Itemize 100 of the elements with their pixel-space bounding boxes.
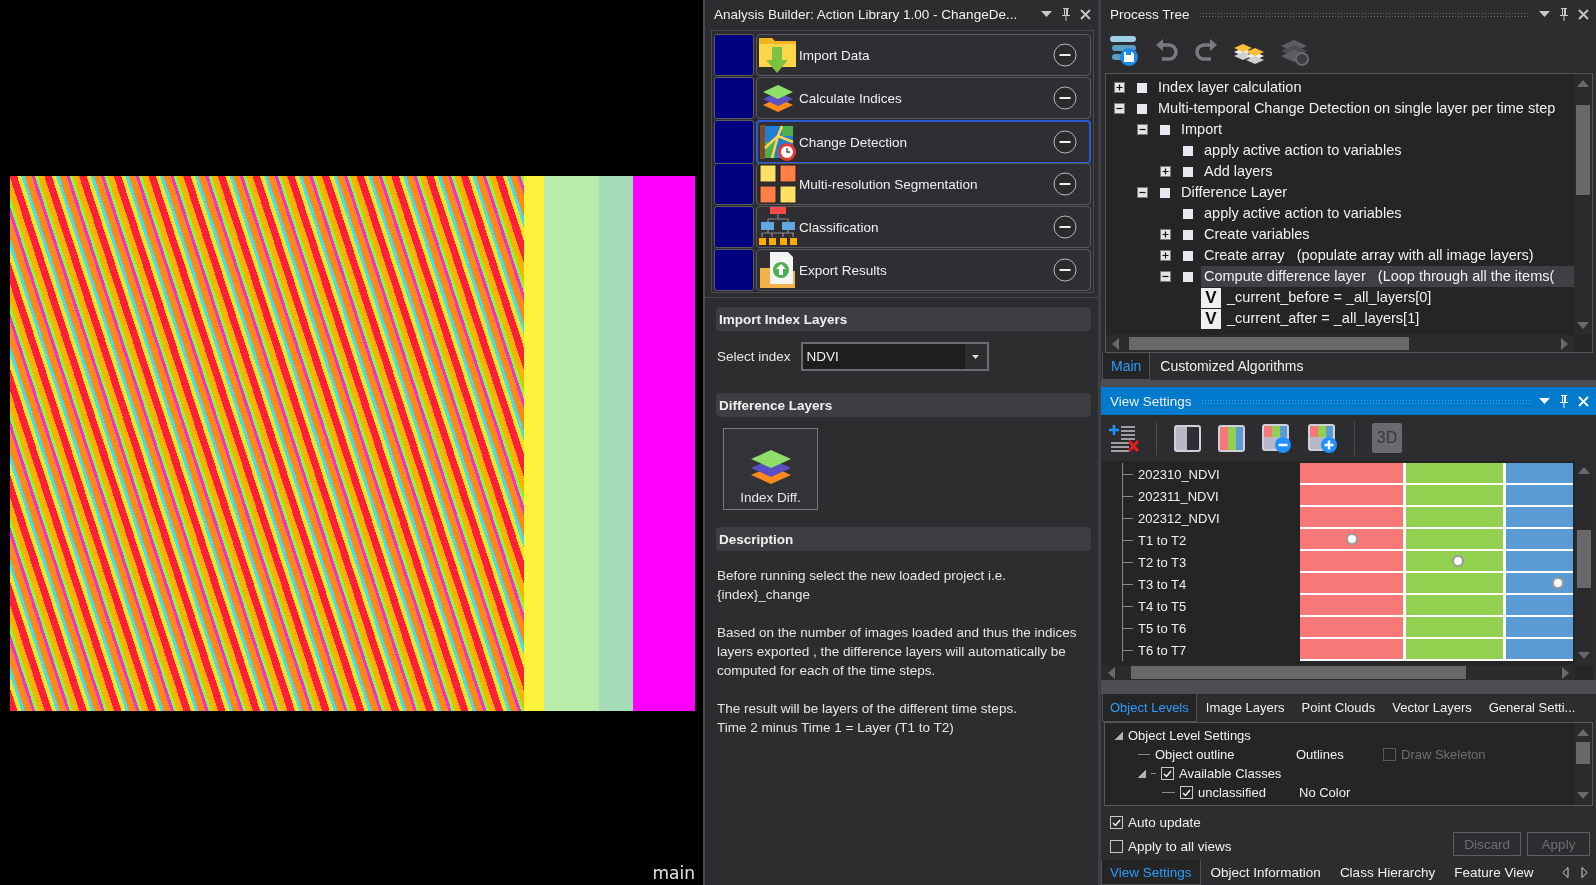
tree-item[interactable]: apply active action to variables [1201, 140, 1405, 161]
save-list-icon[interactable] [1109, 35, 1139, 66]
close-icon[interactable] [1080, 8, 1091, 20]
collapse-triangle-icon[interactable] [1115, 731, 1123, 740]
scrollbar-thumb[interactable] [1576, 742, 1590, 764]
index-dropdown[interactable]: NDVI [800, 342, 989, 371]
minus-circle-icon[interactable] [1053, 258, 1077, 282]
panel-title: Process Tree [1110, 6, 1190, 22]
index-diff-button[interactable]: Index Diff. [723, 428, 818, 510]
process-square-icon [1183, 208, 1193, 219]
remove-mix-icon[interactable] [1262, 423, 1291, 453]
dropdown-caret-icon[interactable] [1041, 11, 1052, 17]
tree-item[interactable]: Create variables [1201, 224, 1313, 245]
tab-scroll-left-icon[interactable] [1562, 867, 1569, 878]
rgb-layers-icon[interactable] [1218, 424, 1245, 452]
scroll-right-icon[interactable] [1561, 337, 1568, 350]
action-item[interactable]: Export Results [756, 249, 1091, 291]
expand-icon[interactable] [1160, 166, 1171, 177]
undo-icon[interactable] [1156, 37, 1178, 64]
expand-icon[interactable] [1160, 250, 1171, 261]
horizontal-scrollbar[interactable] [1106, 335, 1574, 352]
pin-icon[interactable] [1559, 7, 1569, 21]
tab[interactable]: Object Information [1201, 860, 1330, 885]
minus-circle-icon[interactable] [1053, 43, 1077, 67]
class-name[interactable]: Available Classes [1179, 766, 1282, 781]
minus-circle-icon[interactable] [1053, 215, 1077, 239]
tab[interactable]: Object Levels [1102, 694, 1197, 722]
tree-item[interactable]: Difference Layer [1178, 182, 1291, 203]
action-item[interactable]: Classification [756, 206, 1091, 248]
tab[interactable]: General Setti... [1480, 694, 1584, 722]
scrollbar-thumb[interactable] [1129, 337, 1409, 350]
process-square-icon [1160, 124, 1170, 135]
pin-icon[interactable] [1559, 394, 1569, 408]
collapse-icon[interactable] [1160, 271, 1171, 282]
minus-circle-icon[interactable] [1053, 130, 1077, 154]
tree-branch-line [1122, 529, 1133, 551]
tab[interactable]: Point Clouds [1293, 694, 1384, 722]
scroll-down-icon[interactable] [1577, 792, 1589, 799]
scrollbar-thumb[interactable] [1577, 530, 1591, 588]
action-item[interactable]: Change Detection [756, 120, 1091, 164]
dropdown-caret-icon[interactable] [1539, 11, 1550, 17]
collapse-icon[interactable] [1137, 124, 1148, 135]
tab[interactable]: Customized Algorithms [1151, 353, 1313, 380]
single-layer-icon[interactable] [1174, 424, 1201, 452]
tab[interactable]: Feature View [1445, 860, 1543, 885]
add-mix-icon[interactable] [1308, 423, 1337, 453]
action-item[interactable]: Calculate Indices [756, 77, 1091, 119]
tree-item[interactable]: _current_after = _all_layers[1] [1224, 308, 1423, 329]
vertical-scrollbar[interactable] [1575, 461, 1593, 665]
tab[interactable]: Vector Layers [1384, 694, 1480, 722]
horizontal-scrollbar[interactable] [1102, 665, 1575, 680]
expand-icon[interactable] [1114, 82, 1125, 93]
tab[interactable]: Class Hierarchy [1330, 860, 1445, 885]
minus-circle-icon[interactable] [1053, 86, 1077, 110]
vertical-scrollbar[interactable] [1574, 723, 1592, 805]
vertical-scrollbar[interactable] [1574, 74, 1592, 335]
scroll-left-icon[interactable] [1108, 666, 1115, 679]
scroll-right-icon[interactable] [1562, 666, 1569, 679]
collapse-triangle-icon[interactable] [1138, 769, 1146, 778]
action-label: Classification [799, 219, 879, 235]
tab[interactable]: Main [1102, 353, 1151, 380]
dropdown-caret-icon[interactable] [1539, 398, 1550, 404]
collapse-icon[interactable] [1114, 103, 1125, 114]
scroll-up-icon[interactable] [1578, 467, 1590, 474]
pin-icon[interactable] [1061, 7, 1071, 21]
scroll-left-icon[interactable] [1112, 337, 1119, 350]
scroll-up-icon[interactable] [1577, 729, 1589, 736]
hierarchy-icon [758, 207, 798, 247]
expand-icon[interactable] [1160, 229, 1171, 240]
add-remove-list-icon[interactable] [1109, 424, 1139, 452]
tree-item[interactable]: Multi-temporal Change Detection on single layer per time step [1155, 98, 1559, 119]
view-label: main [652, 863, 695, 883]
tree-item[interactable]: Index layer calculation [1155, 77, 1305, 98]
minus-circle-icon[interactable] [1053, 172, 1077, 196]
scrollbar-thumb[interactable] [1131, 666, 1466, 679]
tree-item[interactable]: apply active action to variables [1201, 203, 1405, 224]
tree-item[interactable]: Compute difference layer (Loop through all the items( [1201, 266, 1574, 287]
process-square-icon [1183, 229, 1193, 240]
field-label: Select index [716, 349, 791, 364]
layer-name: T4 to T5 [1138, 598, 1187, 614]
scroll-down-icon[interactable] [1577, 322, 1589, 329]
layer-name: T5 to T6 [1138, 620, 1187, 636]
redo-icon[interactable] [1195, 37, 1217, 64]
action-item[interactable]: Import Data [756, 34, 1091, 76]
action-item[interactable]: Multi-resolution Segmentation [756, 163, 1091, 205]
tab-scroll-right-icon[interactable] [1581, 867, 1588, 878]
setting-value[interactable]: Outlines [1296, 747, 1378, 762]
scrollbar-thumb[interactable] [1576, 105, 1590, 195]
tree-item[interactable]: Object Level Settings [1128, 728, 1251, 743]
class-name[interactable]: unclassified [1198, 785, 1294, 800]
tree-item[interactable]: Create array (populate array with all image layers) [1201, 245, 1537, 266]
close-icon[interactable] [1578, 8, 1589, 20]
scroll-up-icon[interactable] [1577, 80, 1589, 87]
tree-item[interactable]: _current_before = _all_layers[0] [1224, 287, 1435, 308]
tab[interactable]: Image Layers [1197, 694, 1293, 722]
collapse-icon[interactable] [1137, 187, 1148, 198]
tab[interactable]: View Settings [1101, 860, 1201, 885]
scroll-down-icon[interactable] [1578, 652, 1590, 659]
tree-item[interactable]: Import [1178, 119, 1226, 140]
tree-item[interactable]: Add layers [1201, 161, 1276, 182]
